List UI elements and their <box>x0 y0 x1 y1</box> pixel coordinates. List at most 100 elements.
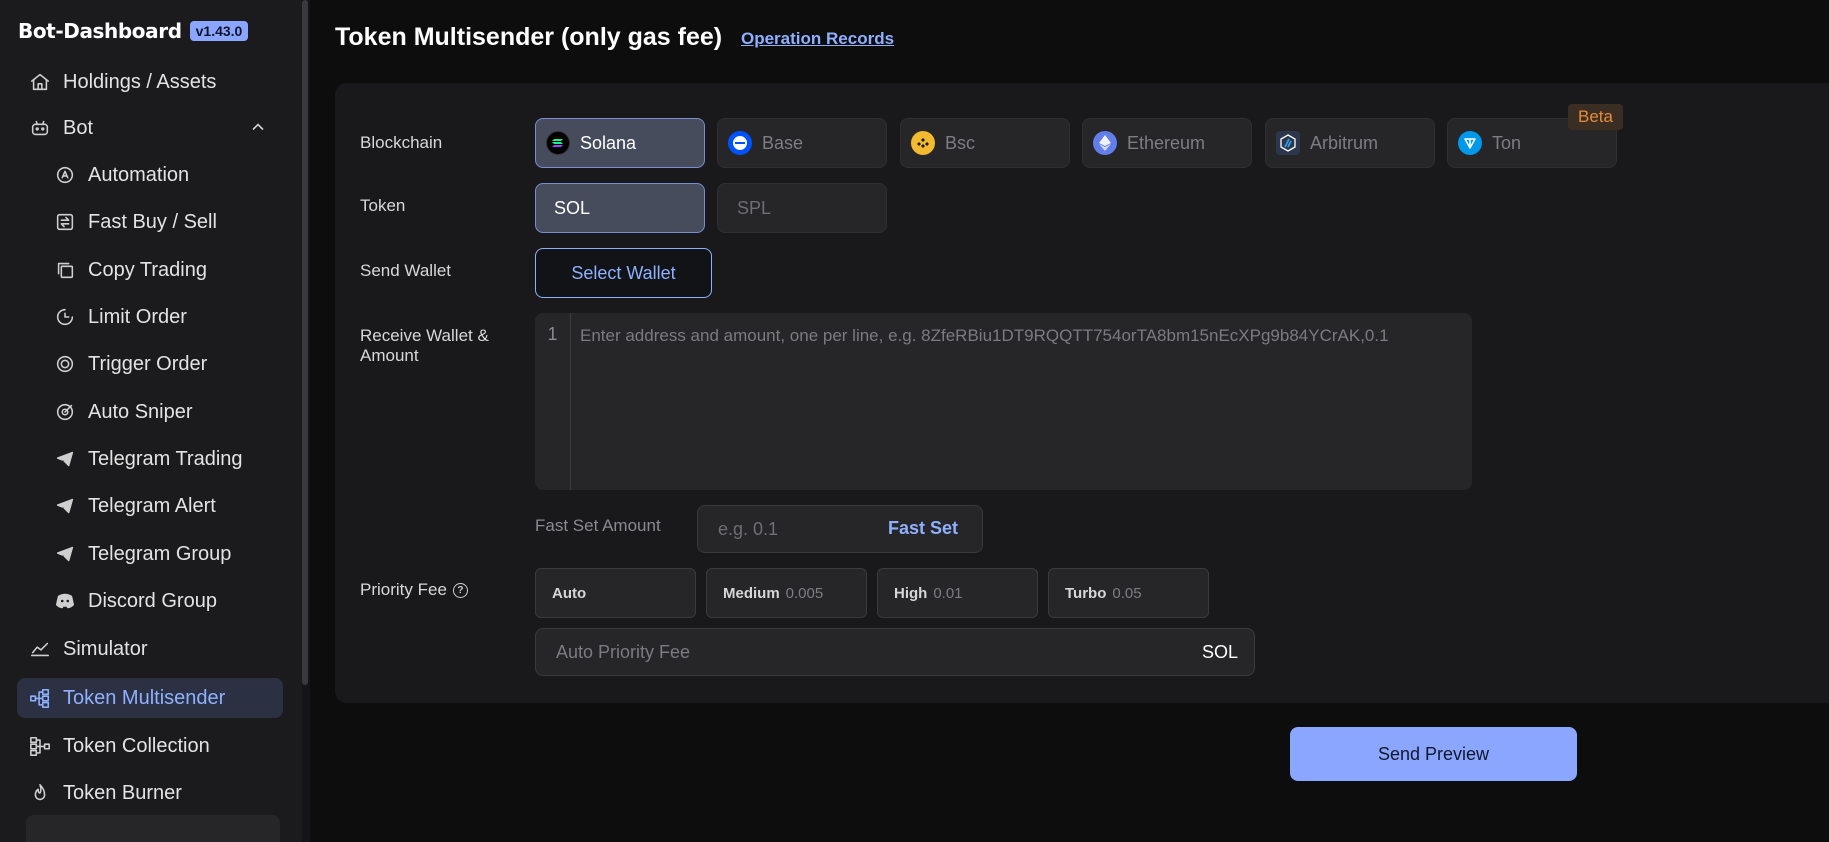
help-icon[interactable]: ? <box>452 582 468 598</box>
sidebar-item-label: Discord Group <box>88 589 217 612</box>
ton-icon <box>1458 131 1482 155</box>
token-label: Token <box>360 196 406 215</box>
beta-badge: Beta <box>1568 104 1623 130</box>
sidebar-item-telegram-trading[interactable]: Telegram Trading <box>52 439 243 479</box>
auto-priority-fee-input[interactable]: Auto Priority Fee SOL <box>535 628 1255 676</box>
sidebar-item-limit-order[interactable]: Limit Order <box>52 297 187 337</box>
sidebar-item-label: Holdings / Assets <box>63 70 217 93</box>
target-circle-icon <box>52 351 78 377</box>
solana-icon <box>546 131 570 155</box>
sidebar-item-label: Telegram Trading <box>88 447 243 470</box>
send-wallet-label: Send Wallet <box>360 261 452 280</box>
sidebar-item-label: Telegram Group <box>88 542 232 565</box>
fee-name: Auto <box>552 584 587 602</box>
ethereum-icon <box>1093 131 1117 155</box>
fast-set-placeholder: e.g. 0.1 <box>718 519 779 539</box>
fast-set-amount-input[interactable]: e.g. 0.1 Fast Set <box>697 505 983 553</box>
sidebar-item-trigger-order[interactable]: Trigger Order <box>52 344 207 384</box>
app: Bot-Dashboard v1.43.0 Holdings / Assets … <box>0 0 1829 842</box>
clock-icon <box>52 304 78 330</box>
chain-label: Solana <box>580 132 637 153</box>
chart-line-icon <box>27 636 53 662</box>
chain-label: Ton <box>1492 132 1522 153</box>
sidebar-item-token-burner[interactable]: Token Burner <box>27 773 182 813</box>
telegram-icon <box>52 541 78 567</box>
crosshair-icon <box>52 399 78 425</box>
chain-arbitrum[interactable]: Arbitrum <box>1265 118 1435 168</box>
sidebar-item-automation[interactable]: Automation <box>52 155 189 195</box>
version-badge: v1.43.0 <box>189 21 249 41</box>
telegram-icon <box>52 493 78 519</box>
priority-fee-text: Priority Fee <box>360 580 447 599</box>
home-icon <box>27 69 53 95</box>
fee-value: 0.005 <box>785 584 824 602</box>
sidebar-item-simulator[interactable]: Simulator <box>27 629 147 669</box>
chain-base[interactable]: Base <box>717 118 887 168</box>
logo-text: Bot-Dashboard <box>18 19 182 43</box>
bsc-icon <box>911 131 935 155</box>
bot-icon <box>27 115 53 141</box>
token-spl[interactable]: SPL <box>717 183 887 233</box>
fee-option-medium[interactable]: Medium 0.005 <box>706 568 867 618</box>
page-title: Token Multisender (only gas fee) <box>335 23 723 51</box>
sidebar-item-label: Limit Order <box>88 305 187 328</box>
auto-priority-fee-placeholder: Auto Priority Fee <box>556 642 691 662</box>
sidebar-item-telegram-group[interactable]: Telegram Group <box>52 534 231 574</box>
collection-icon <box>27 733 53 759</box>
chain-bsc[interactable]: Bsc <box>900 118 1070 168</box>
automation-icon <box>52 162 78 188</box>
sidebar-item-label: Token Burner <box>63 781 182 804</box>
fee-option-auto[interactable]: Auto <box>535 568 696 618</box>
sidebar-item-fast-buy-sell[interactable]: Fast Buy / Sell <box>52 202 217 242</box>
sidebar-item-label: Telegram Alert <box>88 494 216 517</box>
arbitrum-icon <box>1276 131 1300 155</box>
operation-records-link[interactable]: Operation Records <box>741 29 894 49</box>
sidebar-item-holdings[interactable]: Holdings / Assets <box>27 62 216 102</box>
chain-label: Bsc <box>945 132 976 153</box>
fee-unit: SOL <box>1201 642 1238 662</box>
flame-icon <box>27 780 53 806</box>
chain-label: Base <box>762 132 804 153</box>
fee-name: High <box>894 584 928 602</box>
sidebar-item-telegram-alert[interactable]: Telegram Alert <box>52 486 216 526</box>
blockchain-label: Blockchain <box>360 133 443 152</box>
fee-option-high[interactable]: High 0.01 <box>877 568 1038 618</box>
logo[interactable]: Bot-Dashboard v1.43.0 <box>18 19 249 43</box>
select-wallet-button[interactable]: Select Wallet <box>535 248 712 298</box>
sidebar-item-label: Auto Sniper <box>88 400 193 423</box>
sidebar-item-discord-group[interactable]: Discord Group <box>52 581 217 621</box>
send-preview-button[interactable]: Send Preview <box>1290 727 1577 781</box>
sidebar-item-label: Token Collection <box>63 734 210 757</box>
sidebar-scrollbar-thumb[interactable] <box>302 0 308 685</box>
chain-ethereum[interactable]: Ethereum <box>1082 118 1252 168</box>
receive-wallet-textarea[interactable]: 1 Enter address and amount, one per line… <box>535 313 1472 490</box>
receive-wallet-placeholder: Enter address and amount, one per line, … <box>580 326 1389 345</box>
sidebar-item-label: Automation <box>88 163 190 186</box>
sidebar-item-label: Copy Trading <box>88 258 207 281</box>
sidebar-item-label: Token Multisender <box>63 686 226 709</box>
base-icon <box>728 131 752 155</box>
chevron-up-icon[interactable] <box>248 117 268 137</box>
fast-set-button[interactable]: Fast Set <box>888 518 958 539</box>
sidebar: Bot-Dashboard v1.43.0 Holdings / Assets … <box>0 0 302 842</box>
priority-fee-label: Priority Fee ? <box>360 580 468 600</box>
sidebar-item-auto-sniper[interactable]: Auto Sniper <box>52 392 193 432</box>
fee-option-turbo[interactable]: Turbo 0.05 <box>1048 568 1209 618</box>
sidebar-footer-card <box>26 815 280 842</box>
sidebar-item-copy-trading[interactable]: Copy Trading <box>52 250 207 290</box>
sidebar-item-token-multisender[interactable]: Token Multisender <box>17 678 283 718</box>
sidebar-item-label: Trigger Order <box>88 352 208 375</box>
line-number: 1 <box>535 313 571 490</box>
sidebar-item-bot[interactable]: Bot <box>27 108 93 148</box>
fee-name: Turbo <box>1065 584 1107 602</box>
telegram-icon <box>52 446 78 472</box>
swap-icon <box>52 209 78 235</box>
chain-solana[interactable]: Solana <box>535 118 705 168</box>
token-sol[interactable]: SOL <box>535 183 705 233</box>
sidebar-item-label: Fast Buy / Sell <box>88 210 217 233</box>
sidebar-item-label: Bot <box>63 116 94 139</box>
sidebar-item-token-collection[interactable]: Token Collection <box>27 726 210 766</box>
chain-label: Arbitrum <box>1310 132 1379 153</box>
copy-icon <box>52 257 78 283</box>
receive-wallet-label: Receive Wallet & Amount <box>360 326 489 365</box>
